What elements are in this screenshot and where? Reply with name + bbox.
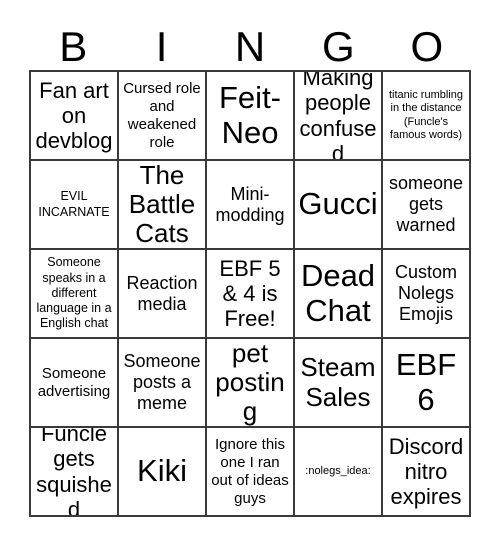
bingo-cell-r4-c4[interactable]: Steam Sales <box>295 339 383 428</box>
bingo-cell-r1-c1[interactable]: Fan art on devblog <box>31 72 119 161</box>
bingo-header-letter-n: N <box>234 23 266 70</box>
bingo-cell-r2-c1[interactable]: EVIL INCARNATE <box>31 161 119 250</box>
bingo-cell-label: Gucci <box>298 186 378 222</box>
bingo-cell-r5-c5[interactable]: Discord nitro expires <box>383 428 471 517</box>
bingo-card: B I N G O Fan art on devblog Cursed role … <box>29 20 471 517</box>
bingo-cell-r4-c1[interactable]: Someone advertising <box>31 339 119 428</box>
bingo-cell-label: Custom Nolegs Emojis <box>394 262 457 324</box>
bingo-cell-label: Reaction media <box>126 272 198 314</box>
bingo-cell-label: Feit-Neo <box>219 80 281 150</box>
bingo-cell-label: Fan art on devblog <box>35 77 113 154</box>
bingo-cell-r2-c4[interactable]: Gucci <box>295 161 383 250</box>
bingo-header-letter-i: I <box>155 23 168 70</box>
bingo-cell-label: The Battle Cats <box>128 161 196 249</box>
bingo-header-letter-b: B <box>59 23 88 70</box>
bingo-cell-r4-c5[interactable]: EBF 6 <box>383 339 471 428</box>
bingo-cell-r4-c2[interactable]: Someone posts a meme <box>119 339 207 428</box>
bingo-cell-label: Cursed role and weakened role <box>123 79 201 151</box>
bingo-cell-r4-c3[interactable]: pet posting <box>207 339 295 428</box>
bingo-cell-label: Dead Chat <box>300 258 376 328</box>
bingo-cell-label: Making people confused <box>299 72 377 161</box>
bingo-cell-label: EBF 6 <box>395 347 457 417</box>
bingo-cell-label: pet posting <box>215 339 285 427</box>
bingo-cell-r1-c4[interactable]: Making people confused <box>295 72 383 161</box>
bingo-cell-r5-c4[interactable]: :nolegs_idea: <box>295 428 383 517</box>
bingo-cell-r3-c2[interactable]: Reaction media <box>119 250 207 339</box>
bingo-cell-label: EBF 5 & 4 is Free! <box>219 255 281 332</box>
bingo-cell-r3-c4[interactable]: Dead Chat <box>295 250 383 339</box>
bingo-header-letter-o: O <box>410 23 444 70</box>
bingo-cell-label: :nolegs_idea: <box>305 464 371 477</box>
bingo-cell-label: Kiki <box>137 453 187 489</box>
bingo-cell-label: Someone speaks in a different language i… <box>36 255 112 331</box>
bingo-cell-label: titanic rumbling in the distance (Funcle… <box>389 88 463 141</box>
bingo-cell-r1-c3[interactable]: Feit-Neo <box>207 72 295 161</box>
bingo-cell-label: someone gets warned <box>388 173 464 235</box>
bingo-header-row: B I N G O <box>29 20 471 70</box>
bingo-cell-r1-c2[interactable]: Cursed role and weakened role <box>119 72 207 161</box>
bingo-cell-label: Someone advertising <box>37 364 111 400</box>
bingo-cell-r5-c1[interactable]: Funcle gets squished <box>31 428 119 517</box>
bingo-cell-label: Ignore this one I ran out of ideas guys <box>211 435 289 507</box>
bingo-cell-r2-c3[interactable]: Mini-modding <box>207 161 295 250</box>
bingo-header-letter-g: G <box>322 23 355 70</box>
bingo-cell-label: Mini-modding <box>215 183 285 225</box>
bingo-cell-label: EVIL INCARNATE <box>38 189 110 219</box>
bingo-cell-label: Discord nitro expires <box>388 433 464 510</box>
bingo-cell-label: Steam Sales <box>300 352 376 412</box>
bingo-cell-r2-c5[interactable]: someone gets warned <box>383 161 471 250</box>
bingo-cell-r5-c3[interactable]: Ignore this one I ran out of ideas guys <box>207 428 295 517</box>
bingo-cell-r5-c2[interactable]: Kiki <box>119 428 207 517</box>
bingo-cell-r3-c3[interactable]: EBF 5 & 4 is Free! <box>207 250 295 339</box>
bingo-cell-label: Funcle gets squished <box>36 428 112 517</box>
bingo-cell-r3-c5[interactable]: Custom Nolegs Emojis <box>383 250 471 339</box>
bingo-cell-label: Someone posts a meme <box>123 351 201 413</box>
bingo-cell-r1-c5[interactable]: titanic rumbling in the distance (Funcle… <box>383 72 471 161</box>
bingo-cell-r2-c2[interactable]: The Battle Cats <box>119 161 207 250</box>
bingo-grid: Fan art on devblog Cursed role and weaken… <box>29 70 471 517</box>
bingo-cell-r3-c1[interactable]: Someone speaks in a different language i… <box>31 250 119 339</box>
